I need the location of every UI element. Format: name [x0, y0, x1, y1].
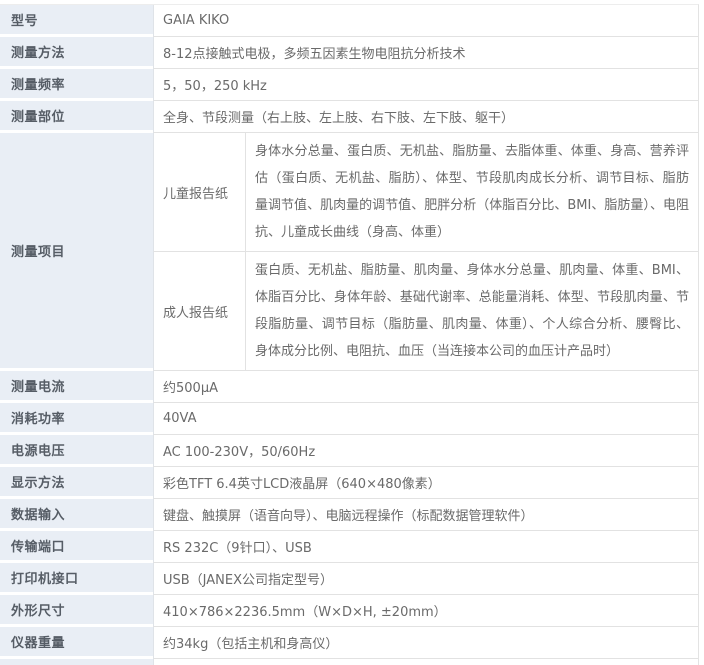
- row-transfer-port: 传输端口 RS 232C（9针口）、USB: [0, 531, 698, 563]
- sub-row-child-report: 儿童报告纸 身体水分总量、蛋白质、无机盐、脂肪量、去脂体重、体重、身高、营养评估…: [153, 133, 698, 252]
- row-printer-port: 打印机接口 USB（JANEX公司指定型号）: [0, 563, 698, 595]
- row-cutoff: [0, 659, 698, 665]
- row-measure-current: 测量电流 约500μA: [0, 371, 698, 403]
- row-transfer-port-label: 传输端口: [0, 531, 153, 563]
- row-measure-method-value: 8-12点接触式电极，多频五因素生物电阻抗分析技术: [153, 37, 698, 69]
- row-cutoff-label: [0, 659, 153, 665]
- row-measure-method: 测量方法 8-12点接触式电极，多频五因素生物电阻抗分析技术: [0, 37, 698, 69]
- row-model-label: 型号: [0, 5, 153, 37]
- row-power-voltage-label: 电源电压: [0, 435, 153, 467]
- row-measure-current-label: 测量电流: [0, 371, 153, 403]
- row-model: 型号 GAIA KIKO: [0, 5, 698, 37]
- row-cutoff-value: [153, 659, 698, 665]
- row-printer-port-label: 打印机接口: [0, 563, 153, 595]
- sub-row-child-report-value: 身体水分总量、蛋白质、无机盐、脂肪量、去脂体重、体重、身高、营养评估（蛋白质、无…: [245, 133, 698, 252]
- row-measure-method-label: 测量方法: [0, 37, 153, 69]
- row-dimensions-label: 外形尺寸: [0, 595, 153, 627]
- row-weight-value: 约34kg（包括主机和身高仪）: [153, 627, 698, 659]
- spec-page: 型号 GAIA KIKO 测量方法 8-12点接触式电极，多频五因素生物电阻抗分…: [0, 0, 704, 665]
- row-data-input: 数据输入 键盘、触摸屏（语音向导）、电脑远程操作（标配数据管理软件）: [0, 499, 698, 531]
- spec-table: 型号 GAIA KIKO 测量方法 8-12点接触式电极，多频五因素生物电阻抗分…: [0, 4, 699, 665]
- row-measure-parts-label: 测量部位: [0, 101, 153, 133]
- sub-row-adult-report: 成人报告纸 蛋白质、无机盐、脂肪量、肌肉量、身体水分总量、肌肉量、体重、BMI、…: [153, 252, 698, 371]
- row-weight: 仪器重量 约34kg（包括主机和身高仪）: [0, 627, 698, 659]
- row-display-method-value: 彩色TFT 6.4英寸LCD液晶屏（640×480像素）: [153, 467, 698, 499]
- row-measure-current-value: 约500μA: [153, 371, 698, 403]
- row-power-consumption: 消耗功率 40VA: [0, 403, 698, 435]
- row-measure-frequency-value: 5，50，250 kHz: [153, 69, 698, 101]
- row-data-input-value: 键盘、触摸屏（语音向导）、电脑远程操作（标配数据管理软件）: [153, 499, 698, 531]
- row-measure-parts: 测量部位 全身、节段测量（右上肢、左上肢、右下肢、左下肢、躯干）: [0, 101, 698, 133]
- row-measure-frequency-label: 测量频率: [0, 69, 153, 101]
- sub-row-adult-report-label: 成人报告纸: [153, 252, 245, 371]
- row-measure-parts-value: 全身、节段测量（右上肢、左上肢、右下肢、左下肢、躯干）: [153, 101, 698, 133]
- sub-row-child-report-label: 儿童报告纸: [153, 133, 245, 252]
- sub-row-adult-report-value: 蛋白质、无机盐、脂肪量、肌肉量、身体水分总量、肌肉量、体重、BMI、体脂百分比、…: [245, 252, 698, 371]
- row-printer-port-value: USB（JANEX公司指定型号）: [153, 563, 698, 595]
- row-model-value: GAIA KIKO: [153, 5, 698, 37]
- row-display-method: 显示方法 彩色TFT 6.4英寸LCD液晶屏（640×480像素）: [0, 467, 698, 499]
- row-measure-frequency: 测量频率 5，50，250 kHz: [0, 69, 698, 101]
- row-power-consumption-value: 40VA: [153, 403, 698, 435]
- row-dimensions: 外形尺寸 410×786×2236.5mm（W×D×H, ±20mm）: [0, 595, 698, 627]
- row-power-voltage: 电源电压 AC 100-230V，50/60Hz: [0, 435, 698, 467]
- row-measure-items: 测量项目 儿童报告纸 身体水分总量、蛋白质、无机盐、脂肪量、去脂体重、体重、身高…: [0, 133, 698, 371]
- row-power-voltage-value: AC 100-230V，50/60Hz: [153, 435, 698, 467]
- row-weight-label: 仪器重量: [0, 627, 153, 659]
- row-display-method-label: 显示方法: [0, 467, 153, 499]
- row-data-input-label: 数据输入: [0, 499, 153, 531]
- row-transfer-port-value: RS 232C（9针口）、USB: [153, 531, 698, 563]
- measure-items-subtable: 儿童报告纸 身体水分总量、蛋白质、无机盐、脂肪量、去脂体重、体重、身高、营养评估…: [153, 133, 698, 371]
- row-dimensions-value: 410×786×2236.5mm（W×D×H, ±20mm）: [153, 595, 698, 627]
- row-measure-items-label: 测量项目: [0, 133, 153, 371]
- row-power-consumption-label: 消耗功率: [0, 403, 153, 435]
